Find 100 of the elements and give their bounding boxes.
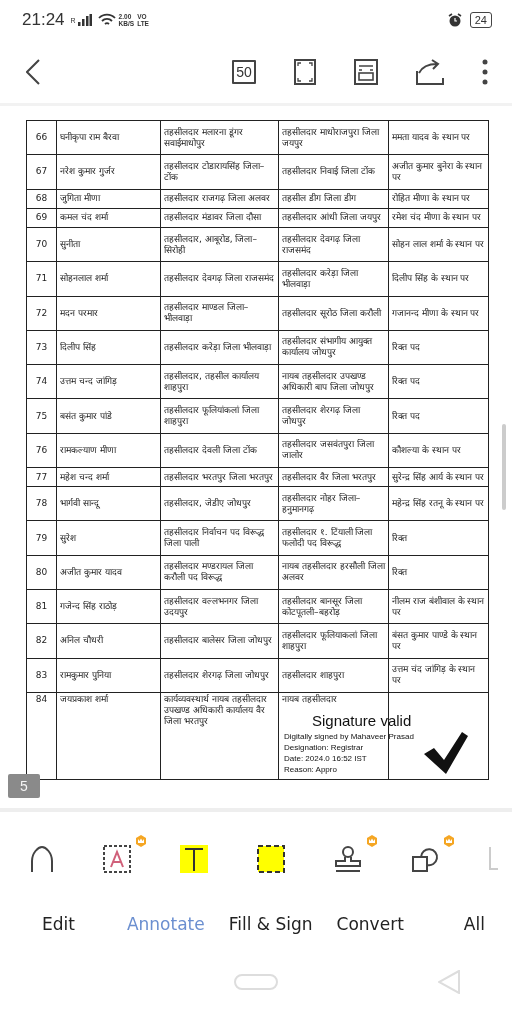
table-cell: तहसीलदार देवगढ़ जिला राजसमंद	[160, 261, 279, 297]
area-highlight-icon[interactable]	[257, 845, 285, 873]
table-cell: मदन परमार	[56, 296, 161, 331]
row-number: 67	[26, 154, 57, 190]
signature-detail: Designation: Registrar	[284, 743, 364, 753]
row-number: 79	[26, 520, 57, 556]
row-number: 76	[26, 433, 57, 468]
checkmark-icon	[422, 730, 468, 774]
table-cell: रामकल्याण मीणा	[56, 433, 161, 468]
pen-arc-icon[interactable]	[30, 845, 54, 873]
row-number: 73	[26, 330, 57, 365]
row-number: 74	[26, 364, 57, 399]
table-cell: तहसीलदार शेरगढ़ जिला जोधपुर	[278, 398, 389, 434]
table-cell: तहसीलदार माधोराजपुरा जिला जयपुर	[278, 120, 389, 155]
row-number: 77	[26, 467, 57, 487]
row-number: 69	[26, 208, 57, 228]
page-number-button[interactable]: 50	[232, 59, 256, 84]
table-cell: रिक्त	[388, 555, 489, 590]
table-cell: तहसीलदार फूलियांकलां जिला शाहपुरा	[160, 398, 279, 434]
highlight-text-icon[interactable]	[180, 845, 208, 873]
table-cell: महेन्द्र सिंह रतनू के स्थान पर	[388, 486, 489, 521]
alarm-icon	[447, 13, 462, 27]
page-number-badge: 5	[8, 774, 40, 798]
row-number: 78	[26, 486, 57, 521]
signature-detail: Reason: Appro	[284, 765, 337, 775]
table-cell: तहसीलदार सूरोठ जिला करौली	[278, 296, 389, 331]
table-cell: नायब तहसीलदार हरसौली जिला अलवर	[278, 555, 389, 590]
table-cell: तहसीलदार देवली जिला टोंक	[160, 433, 279, 468]
share-icon[interactable]	[416, 58, 444, 85]
stamp-icon[interactable]	[334, 845, 362, 873]
table-cell: गजेन्द सिंह राठोड़	[56, 589, 161, 624]
tab[interactable]: All	[463, 914, 485, 934]
table-cell: रिक्त पद	[388, 330, 489, 365]
reading-mode-icon[interactable]	[354, 58, 378, 85]
table-cell: तहसीलदार भरतपुर जिला भरतपुर	[160, 467, 279, 487]
table-cell: रिक्त पद	[388, 398, 489, 434]
table-cell: तहसीलदार शेरगढ़ जिला जोधपुर	[160, 658, 279, 693]
table-cell: तहसीलदार मण्डरायल जिला करौली पद विरूद्ध	[160, 555, 279, 590]
table-cell: नायब तहसीलदार उपखण्ड अधिकारी बाप जिला जोधपुर	[278, 364, 389, 399]
scrollbar[interactable]	[502, 424, 506, 510]
table-cell: तहसीलदार मंडावर जिला दौसा	[160, 208, 279, 228]
more-icon[interactable]	[482, 58, 488, 85]
table-cell: सुरेश	[56, 520, 161, 556]
table-cell: बंसत कुमार पाण्डे के स्थान पर	[388, 623, 489, 659]
table-cell: ममता यादव के स्थान पर	[388, 120, 489, 155]
table-cell: जयप्रकाश शर्मा	[56, 692, 161, 780]
table-cell: बसंत कुमार पांडे	[56, 398, 161, 434]
text-box-icon[interactable]	[103, 845, 131, 873]
table-cell: तहसीलदार, जेडीए जोधपुर	[160, 486, 279, 521]
table-cell: नीलम राज बंशीवाल के स्थान पर	[388, 589, 489, 624]
row-number: 71	[26, 261, 57, 297]
table-cell: तहसीलदार देवगढ़ जिला राजसमंद	[278, 227, 389, 262]
table-cell: तहसीलदार निवाई जिला टोंक	[278, 154, 389, 190]
table-cell: तहसीलदार नोहर जिला–हनुमानगढ़	[278, 486, 389, 521]
table-cell: तहसीलदार करेड़ा जिला भीलवाड़ा	[160, 330, 279, 365]
shapes-icon[interactable]	[411, 845, 439, 873]
signature-detail: Date: 2024.0 16:52 IST	[284, 754, 367, 764]
row-number: 75	[26, 398, 57, 434]
tab[interactable]: Fill & Sign	[228, 914, 313, 934]
table-cell: तहसीलदार संभागीय आयुक्त कार्यालय जोधपुर	[278, 330, 389, 365]
table-cell: तहसीलदार फूलियाकलां जिला शाहपुरा	[278, 623, 389, 659]
tab[interactable]: Convert	[336, 914, 404, 934]
row-number: 68	[26, 189, 57, 209]
table-cell: अजीत कुमार बुनेरा के स्थान पर	[388, 154, 489, 190]
table-cell: उत्तम चन्द जांगिड़	[56, 364, 161, 399]
table-cell: रोहित मीणा के स्थान पर	[388, 189, 489, 209]
battery-indicator: 24	[469, 12, 492, 28]
tab[interactable]: Edit	[42, 914, 75, 934]
table-cell: उत्तम चंद जांगिड़ के स्थान पर	[388, 658, 489, 693]
table-cell: रामकुमार पुनिया	[56, 658, 161, 693]
table-cell: तहसीलदार टोडारायसिंह जिला– टोंक	[160, 154, 279, 190]
table-cell: तहसीलदार १. टिंयाली जिला फलोदी पद विरूद्ध	[278, 520, 389, 556]
table-cell: तहसीलदार निर्वाचन पद विरूद्ध जिला पाली	[160, 520, 279, 556]
table-cell: तहसीलदार, तहसील कार्यालय शाहपुरा	[160, 364, 279, 399]
table-cell: सोहन लाल शर्मा के स्थान पर	[388, 227, 489, 262]
table-cell: तहसीलदार, आबूरोड, जिला–सिरोही	[160, 227, 279, 262]
table-cell: रिक्त	[388, 520, 489, 556]
table-cell: तहसीलदार बालेसर जिला जोधपुर	[160, 623, 279, 659]
table-cell: तहसीलदार वल्लभनगर जिला उदयपुर	[160, 589, 279, 624]
table-cell: अजीत कुमार यादव	[56, 555, 161, 590]
row-number: 70	[26, 227, 57, 262]
table-cell: रिक्त पद	[388, 364, 489, 399]
table-cell: अनिल चौधरी	[56, 623, 161, 659]
row-number: 66	[26, 120, 57, 155]
table-cell: जुगिता मीणा	[56, 189, 161, 209]
table-cell: भार्गवी सान्दू	[56, 486, 161, 521]
table-cell: तहसीलदार आंधी जिला जयपुर	[278, 208, 389, 228]
fullscreen-icon[interactable]	[294, 58, 316, 85]
table-cell: गजानन्द मीणा के स्थान पर	[388, 296, 489, 331]
table-cell: सुनीता	[56, 227, 161, 262]
table-cell: दिलीप सिंह के स्थान पर	[388, 261, 489, 297]
table-cell: रमेश चंद मीणा के स्थान पर	[388, 208, 489, 228]
clock-time: 21:24	[22, 10, 65, 30]
table-cell: तहसील डीग जिला डीग	[278, 189, 389, 209]
table-cell: कमल चंद शर्मा	[56, 208, 161, 228]
row-number: 81	[26, 589, 57, 624]
table-cell: महेश चन्द शर्मा	[56, 467, 161, 487]
table-cell: दिलीप सिंह	[56, 330, 161, 365]
back-icon[interactable]	[26, 58, 40, 85]
table-cell: घनीकृपा राम बैरवा	[56, 120, 161, 155]
